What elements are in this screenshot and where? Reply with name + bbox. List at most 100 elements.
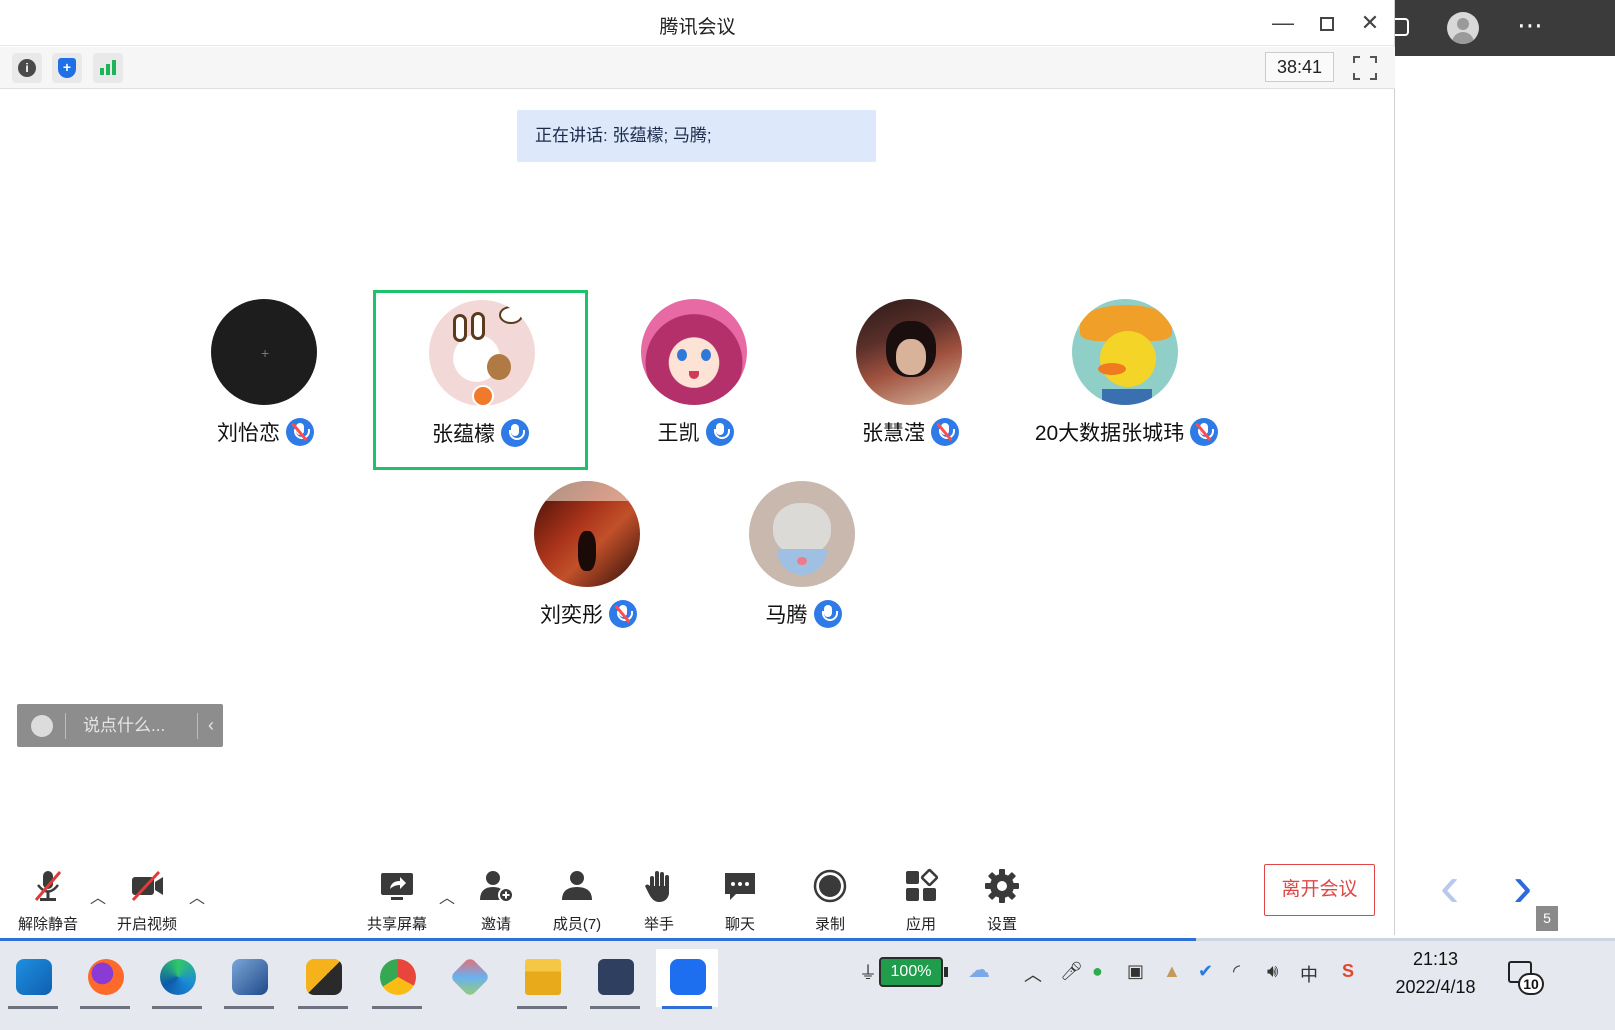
start-video-button[interactable]: 开启视频	[107, 868, 187, 933]
taskbar-gitkraken[interactable]	[438, 949, 500, 1007]
cat-tray-icon[interactable]: ▲	[1163, 961, 1181, 982]
running-indicator	[152, 1006, 202, 1009]
mic-muted-icon	[609, 600, 637, 628]
share-screen-label: 共享屏幕	[366, 916, 427, 933]
chat-button[interactable]: 聊天	[700, 868, 780, 933]
record-button[interactable]: 录制	[790, 868, 870, 933]
host-badge-icon	[472, 385, 494, 407]
maximize-icon[interactable]	[1312, 8, 1342, 38]
start-video-label: 开启视频	[116, 916, 177, 933]
running-indicator	[662, 1006, 712, 1009]
invite-button[interactable]: 邀请	[456, 868, 536, 933]
raise-hand-button[interactable]: 举手	[619, 868, 699, 933]
members-button[interactable]: 成员(7)	[537, 868, 617, 933]
participant-name: 张蕴檬	[432, 423, 495, 446]
mic-muted-icon	[34, 871, 62, 901]
running-indicator	[590, 1006, 640, 1009]
running-indicator	[517, 1006, 567, 1009]
record-label: 录制	[814, 916, 845, 933]
window-title: 腾讯会议	[659, 17, 736, 38]
security-button[interactable]: +	[52, 53, 82, 83]
meeting-info-bar: i + 38:41	[0, 47, 1395, 89]
mic-muted-icon	[931, 418, 959, 446]
clock-date[interactable]: 2022/4/18	[1388, 977, 1483, 998]
participant-tile[interactable]: + 刘怡恋	[158, 292, 373, 472]
meeting-timer: 38:41	[1265, 52, 1334, 82]
taskbar-cat-app[interactable]	[584, 949, 646, 1009]
screen-share-tray-icon[interactable]: ▣	[1127, 961, 1144, 982]
participant-tile[interactable]: 马腾	[696, 474, 911, 654]
divider	[197, 713, 198, 739]
network-signal-button[interactable]	[93, 53, 123, 83]
audio-options-chevron-icon[interactable]: ︿	[90, 884, 106, 908]
participant-name: 王凯	[657, 422, 700, 445]
collapse-chevron-icon[interactable]: ‹	[208, 704, 214, 746]
taskbar-chrome[interactable]	[366, 949, 428, 1009]
wechat-icon[interactable]: ●	[1092, 961, 1103, 982]
chat-input-bar[interactable]: 说点什么... ‹	[17, 704, 223, 747]
info-icon: i	[18, 59, 36, 77]
input-method-indicator[interactable]: 中	[1300, 961, 1318, 987]
participant-tile[interactable]: 王凯	[588, 292, 803, 472]
leave-meeting-button[interactable]: 离开会议	[1264, 864, 1375, 916]
info-button[interactable]: i	[12, 53, 42, 83]
chat-bubble-icon	[725, 873, 755, 900]
participant-tile[interactable]: 20大数据张城玮	[1019, 292, 1234, 472]
sogou-input-icon[interactable]: S	[1342, 961, 1354, 982]
taskbar-edge[interactable]	[146, 949, 208, 1009]
share-screen-button[interactable]: 共享屏幕	[357, 868, 437, 933]
emoji-icon[interactable]	[31, 715, 53, 737]
apps-button[interactable]: 应用	[881, 868, 961, 933]
share-options-chevron-icon[interactable]: ︿	[439, 884, 455, 908]
more-icon[interactable]: ⋯	[1517, 10, 1544, 41]
wifi-icon[interactable]: ◜	[1233, 961, 1240, 982]
taskbar-tencent-meeting[interactable]	[656, 949, 718, 1009]
previous-page-icon[interactable]: ‹	[1440, 858, 1459, 916]
participant-tile[interactable]: 刘奕彤	[481, 474, 696, 654]
next-page-icon[interactable]: ›	[1513, 858, 1532, 916]
battery-indicator[interactable]: 100%	[879, 957, 948, 987]
mic-on-icon	[813, 600, 842, 628]
volume-icon[interactable]: 🔊︎	[1267, 961, 1278, 982]
edge-icon	[160, 959, 196, 995]
minimize-icon[interactable]: —	[1268, 8, 1298, 38]
task-check-icon[interactable]: ✔	[1198, 961, 1213, 982]
meeting-window: 腾讯会议 — ✕ i + 38:41 正在讲话: 张蕴檬; 马腾; + 刘怡恋 …	[0, 0, 1395, 935]
power-plug-icon[interactable]: ⏚	[859, 959, 877, 985]
taskbar-virtualbox[interactable]	[218, 949, 280, 1009]
avatar	[1072, 299, 1178, 405]
video-options-chevron-icon[interactable]: ︿	[189, 884, 205, 908]
raise-hand-label: 举手	[643, 916, 674, 933]
running-indicator	[8, 1006, 58, 1009]
participant-tile[interactable]: 张慧滢	[803, 292, 1018, 472]
mic-on-icon	[501, 419, 529, 447]
participant-name: 张慧滢	[862, 422, 925, 445]
participant-tile-active-speaker[interactable]: 张蕴檬	[373, 290, 588, 470]
participant-name: 马腾	[765, 604, 808, 627]
cloud-icon[interactable]: ☁	[968, 957, 990, 983]
microphone-icon[interactable]: 🎤︎	[1060, 961, 1083, 982]
unmute-button[interactable]: 解除静音	[8, 868, 88, 933]
taskbar-file-explorer[interactable]	[511, 949, 573, 1009]
avatar: +	[211, 299, 317, 405]
close-icon[interactable]: ✕	[1355, 8, 1385, 38]
background-app-header: ⋯	[1395, 0, 1615, 56]
settings-button[interactable]: 设置	[962, 868, 1042, 933]
members-icon	[562, 871, 592, 900]
title-bar: 腾讯会议 — ✕	[0, 0, 1395, 46]
participant-name: 20大数据张城玮	[1034, 422, 1185, 445]
share-screen-icon	[381, 873, 413, 900]
user-avatar-icon[interactable]	[1447, 12, 1479, 44]
clock-time[interactable]: 21:13	[1408, 949, 1463, 970]
tencent-meeting-icon	[670, 959, 706, 995]
taskbar-app-64[interactable]	[292, 949, 354, 1009]
chat-input-placeholder[interactable]: 说点什么...	[83, 704, 165, 747]
unmute-label: 解除静音	[17, 916, 78, 933]
folder-icon	[525, 959, 561, 995]
window-icon	[1395, 18, 1409, 36]
fullscreen-icon[interactable]	[1353, 56, 1377, 80]
mic-muted-icon	[286, 418, 314, 446]
taskbar-vscode[interactable]	[2, 949, 64, 1009]
taskbar-firefox[interactable]	[74, 949, 136, 1009]
show-hidden-icons-chevron-icon[interactable]: ︿	[1024, 961, 1042, 987]
